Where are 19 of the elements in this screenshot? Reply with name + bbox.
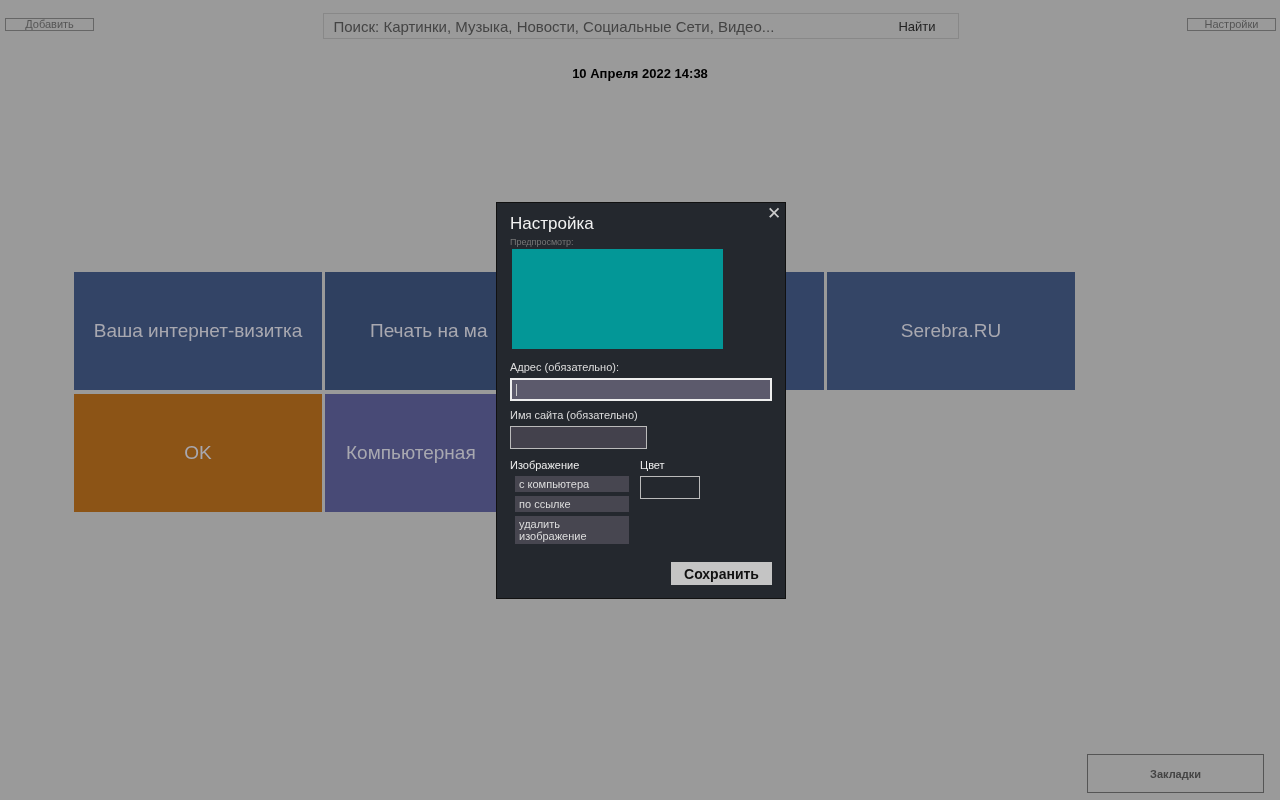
site-tile[interactable]: Serebra.RU: [827, 272, 1075, 390]
image-option-button[interactable]: удалить изображение: [515, 516, 629, 544]
text-cursor: [516, 383, 517, 396]
input-field[interactable]: [510, 426, 647, 449]
dialog-title: Настройка: [510, 214, 595, 234]
color-field[interactable]: [640, 476, 700, 499]
preview-label: Предпросмотр:: [510, 237, 575, 247]
image-option-button[interactable]: по ссылке: [515, 496, 629, 512]
search-button[interactable]: Найти: [898, 18, 936, 34]
add-button[interactable]: Добавить: [5, 18, 94, 31]
date-time: 10 Апреля 2022 14:38: [571, 66, 709, 81]
search-field[interactable]: Поиск: Картинки, Музыка, Новости, Социальные Сети, Видео... Найти: [322, 13, 959, 39]
image-option-button[interactable]: с компьютера: [515, 476, 629, 492]
settings-button[interactable]: Настройки: [1187, 18, 1276, 31]
bookmarks-button[interactable]: Закладки: [1087, 754, 1264, 793]
site-tile[interactable]: OK: [74, 394, 322, 512]
field-label: Цвет: [640, 459, 665, 471]
site-tile[interactable]: Ваша интернет-визитка: [74, 272, 322, 390]
save-button[interactable]: Сохранить: [671, 562, 772, 585]
